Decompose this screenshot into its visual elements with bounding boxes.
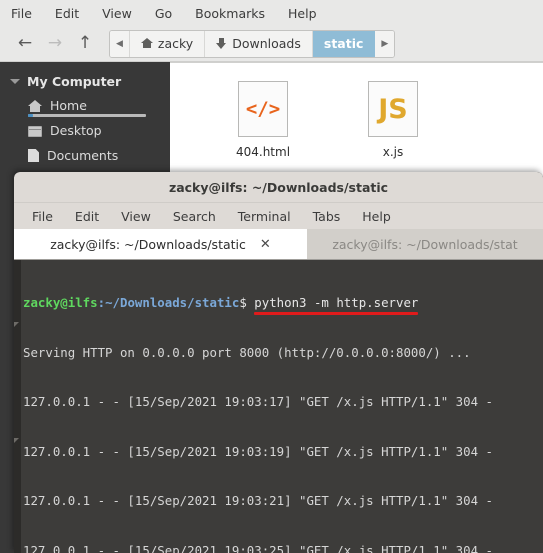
terminal-menu-view[interactable]: View: [121, 209, 151, 224]
chevron-down-icon: [10, 79, 20, 84]
scroll-mark: [14, 322, 19, 327]
terminal-output-line: 127.0.0.1 - - [15/Sep/2021 19:03:17] "GE…: [23, 394, 493, 409]
terminal-prompt-line: zacky@ilfs:~/Downloads/static$ python3 -…: [23, 295, 543, 315]
sidebar-item-documents[interactable]: Documents: [0, 143, 170, 168]
terminal-title: zacky@ilfs: ~/Downloads/static: [168, 179, 389, 195]
breadcrumb-label: zacky: [157, 36, 194, 51]
terminal-tabbar: zacky@ilfs: ~/Downloads/static ✕ zacky@i…: [14, 229, 543, 260]
terminal-menu-help[interactable]: Help: [362, 209, 391, 224]
terminal-output-line: 127.0.0.1 - - [15/Sep/2021 19:03:19] "GE…: [23, 443, 493, 459]
forward-button[interactable]: →: [40, 29, 70, 59]
sidebar-item-label: Desktop: [50, 123, 102, 138]
document-icon: [28, 149, 39, 162]
sidebar-item-desktop[interactable]: Desktop: [0, 118, 170, 143]
file-manager-toolbar: ← → ↑ ◀ zacky Downloads static ▶: [0, 26, 543, 62]
file-item-404-html[interactable]: </> 404.html: [198, 81, 328, 159]
breadcrumb-item-zacky[interactable]: zacky: [129, 30, 206, 57]
screen: File Edit View Go Bookmarks Help ← → ↑ ◀…: [0, 0, 543, 553]
menu-view[interactable]: View: [101, 4, 133, 23]
sidebar-item-home[interactable]: Home: [0, 93, 170, 118]
up-button[interactable]: ↑: [70, 29, 100, 59]
terminal-menu-file[interactable]: File: [32, 209, 53, 224]
file-grid: </> 404.html JS x.js: [170, 63, 543, 159]
terminal-titlebar[interactable]: zacky@ilfs: ~/Downloads/static: [14, 172, 543, 203]
file-name: 404.html: [235, 145, 291, 159]
terminal-command: python3 -m http.server: [254, 295, 419, 310]
terminal-output: zacky@ilfs:~/Downloads/static$ python3 -…: [23, 262, 543, 553]
navigation-buttons: ← → ↑: [10, 29, 100, 59]
close-icon[interactable]: ✕: [260, 237, 271, 252]
terminal-tab-active[interactable]: zacky@ilfs: ~/Downloads/static ✕: [14, 229, 307, 259]
breadcrumb-scroll-right[interactable]: ▶: [375, 30, 395, 57]
terminal-window: zacky@ilfs: ~/Downloads/static File Edit…: [14, 172, 543, 553]
terminal-body[interactable]: zacky@ilfs:~/Downloads/static$ python3 -…: [14, 260, 543, 553]
back-button[interactable]: ←: [10, 29, 40, 59]
menu-file[interactable]: File: [10, 4, 33, 23]
desktop-icon: [28, 126, 42, 137]
html-file-glyph: </>: [245, 98, 281, 120]
breadcrumb-item-static[interactable]: static: [312, 30, 376, 57]
breadcrumb-label: static: [323, 36, 364, 51]
red-underline-annotation: [254, 312, 419, 315]
scroll-mark: [14, 438, 19, 443]
file-item-x-js[interactable]: JS x.js: [328, 81, 458, 159]
terminal-menu-search[interactable]: Search: [173, 209, 216, 224]
prompt-user-host: zacky@ilfs: [23, 295, 98, 310]
file-name: x.js: [382, 145, 404, 159]
prompt-path: :~/Downloads/static: [97, 295, 240, 310]
sidebar-item-label: Documents: [47, 148, 119, 163]
menu-help[interactable]: Help: [287, 4, 318, 23]
sidebar-item-label: Home: [50, 98, 87, 113]
home-icon: [140, 38, 153, 49]
terminal-output-line: 127.0.0.1 - - [15/Sep/2021 19:03:21] "GE…: [23, 493, 493, 508]
terminal-tab-label: zacky@ilfs: ~/Downloads/static: [50, 236, 246, 252]
breadcrumb: ◀ zacky Downloads static ▶: [109, 29, 396, 58]
menu-edit[interactable]: Edit: [54, 4, 80, 23]
terminal-tab-label: zacky@ilfs: ~/Downloads/stat: [332, 236, 518, 252]
terminal-output-line: Serving HTTP on 0.0.0.0 port 8000 (http:…: [23, 344, 471, 360]
terminal-command-wrap: python3 -m http.server: [254, 295, 419, 315]
html-file-icon: </>: [238, 81, 288, 137]
js-file-glyph: JS: [378, 93, 408, 125]
breadcrumb-item-downloads[interactable]: Downloads: [205, 30, 313, 57]
menu-bookmarks[interactable]: Bookmarks: [194, 4, 266, 23]
file-manager-menubar: File Edit View Go Bookmarks Help: [0, 0, 543, 26]
terminal-menu-edit[interactable]: Edit: [75, 209, 99, 224]
terminal-tab-inactive[interactable]: zacky@ilfs: ~/Downloads/stat: [307, 229, 543, 259]
terminal-output-line: 127.0.0.1 - - [15/Sep/2021 19:03:25] "GE…: [23, 542, 493, 553]
terminal-menu-tabs[interactable]: Tabs: [313, 209, 341, 224]
js-file-icon: JS: [368, 81, 418, 137]
breadcrumb-scroll-left[interactable]: ◀: [110, 30, 130, 57]
download-icon: [216, 37, 227, 50]
house-icon: [28, 99, 42, 113]
sidebar-section-label: My Computer: [27, 74, 122, 89]
sidebar-section-my-computer[interactable]: My Computer: [0, 70, 170, 93]
terminal-menubar: File Edit View Search Terminal Tabs Help: [14, 203, 543, 229]
terminal-menu-terminal[interactable]: Terminal: [238, 209, 291, 224]
menu-go[interactable]: Go: [154, 4, 173, 23]
breadcrumb-label: Downloads: [232, 36, 301, 51]
prompt-symbol: $: [239, 295, 255, 310]
terminal-scroll-gutter[interactable]: [14, 260, 21, 553]
home-capacity-bar: [28, 114, 146, 117]
